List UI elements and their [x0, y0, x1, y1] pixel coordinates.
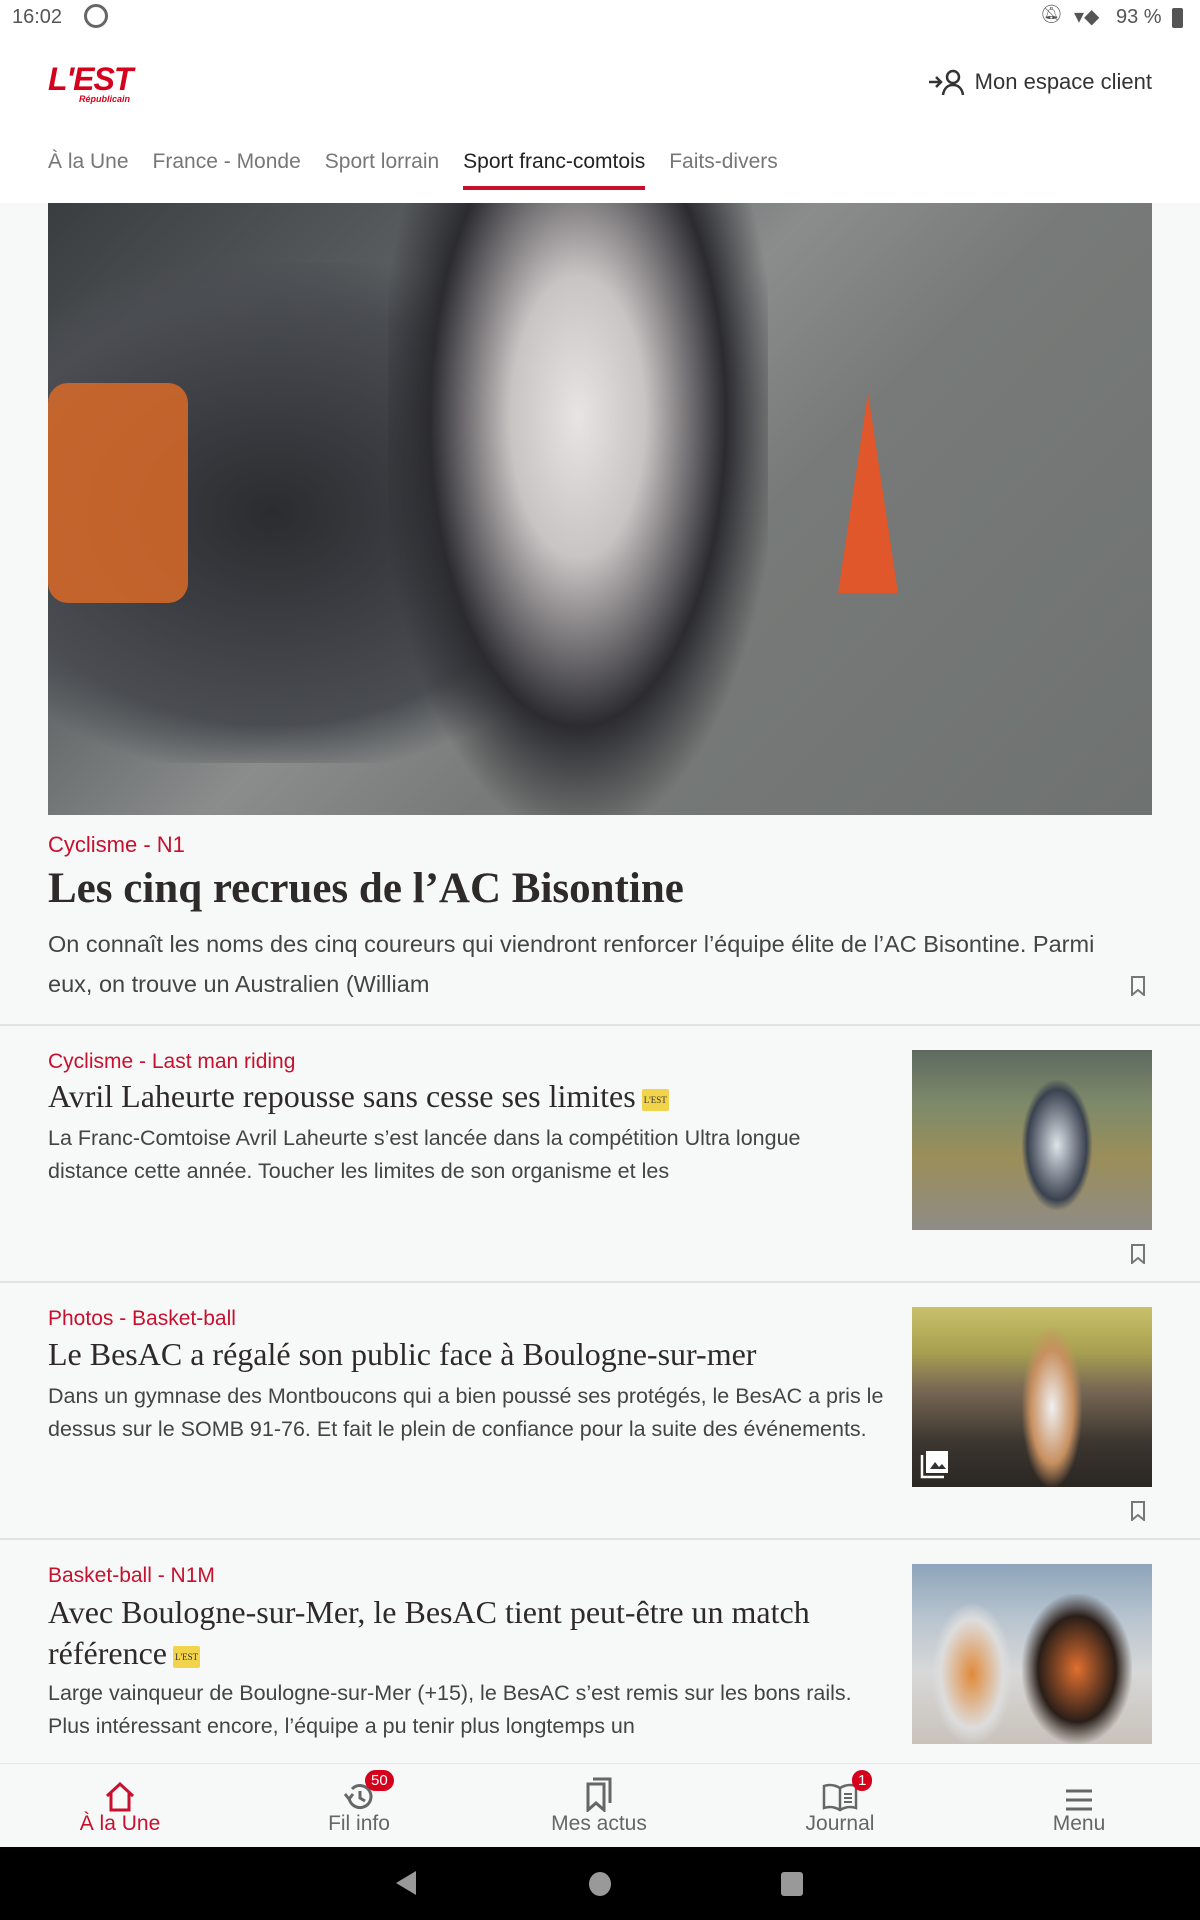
wifi-icon: ▾◆ — [1074, 6, 1100, 28]
article-title[interactable]: Avec Boulogne-sur-Mer, le BesAC tient pe… — [48, 1592, 888, 1674]
back-icon[interactable] — [396, 1871, 416, 1895]
status-bar: 16:02 🔕︎ ▾◆ 93 % — [0, 0, 1200, 50]
section-tabs: À la Une France - Monde Sport lorrain Sp… — [48, 150, 778, 190]
sync-icon — [84, 4, 108, 28]
battery-icon — [1172, 8, 1183, 28]
divider — [0, 1024, 1200, 1026]
menu-icon — [1066, 1789, 1092, 1811]
battery-level: 93 % — [1116, 6, 1162, 28]
nav-label: Fil info — [328, 1812, 390, 1835]
article-thumbnail[interactable] — [912, 1307, 1152, 1487]
article-summary: La Franc-Comtoise Avril Laheurte s’est l… — [48, 1126, 801, 1183]
article-thumbnail[interactable] — [912, 1050, 1152, 1230]
tab-sport-lorrain[interactable]: Sport lorrain — [325, 150, 439, 188]
newspaper-icon — [822, 1783, 858, 1812]
hero-image[interactable] — [48, 203, 1152, 815]
article-title-text: Avril Laheurte repousse sans cesse ses l… — [48, 1078, 636, 1114]
home-circle-icon[interactable] — [589, 1872, 611, 1896]
nav-journal[interactable]: Journal 1 — [760, 1764, 920, 1848]
status-time: 16:02 — [12, 6, 63, 28]
nav-fil-info[interactable]: Fil info 50 — [279, 1764, 439, 1848]
nav-mes-actus[interactable]: Mes actus — [519, 1764, 679, 1848]
tab-a-la-une[interactable]: À la Une — [48, 150, 129, 188]
article-thumbnail[interactable] — [912, 1564, 1152, 1744]
system-navigation-bar — [0, 1847, 1200, 1920]
article-title-text: Avec Boulogne-sur-Mer, le BesAC tient pe… — [48, 1594, 810, 1671]
home-icon — [105, 1782, 135, 1812]
article-category[interactable]: Photos - Basket-ball — [48, 1307, 236, 1331]
tab-sport-franc-comtois[interactable]: Sport franc-comtois — [463, 150, 646, 190]
hero-title[interactable]: Les cinq recrues de l’AC Bisontine — [48, 864, 684, 913]
logo[interactable]: L'EST Républicain — [48, 63, 133, 104]
photo-gallery-icon — [920, 1451, 948, 1479]
nav-a-la-une[interactable]: À la Une — [40, 1764, 200, 1848]
article-category[interactable]: Cyclisme - Last man riding — [48, 1050, 295, 1074]
bookmark-icon[interactable] — [1130, 1244, 1146, 1264]
mute-icon: 🔕︎ — [1040, 4, 1063, 24]
tab-faits-divers[interactable]: Faits-divers — [669, 150, 778, 188]
premium-badge: L'EST — [172, 1645, 201, 1668]
divider — [0, 1281, 1200, 1283]
nav-label: Journal — [805, 1812, 875, 1835]
bookmark-icon[interactable] — [1130, 1501, 1146, 1521]
article-title[interactable]: Avril Laheurte repousse sans cesse ses l… — [48, 1078, 669, 1115]
account-button[interactable]: Mon espace client — [927, 68, 1152, 96]
premium-badge: L'EST — [641, 1088, 669, 1111]
divider — [0, 1538, 1200, 1540]
nav-label: À la Une — [79, 1812, 161, 1835]
nav-menu[interactable]: Menu — [999, 1764, 1159, 1848]
notification-badge: 1 — [852, 1770, 873, 1791]
bookmark-icon[interactable] — [1130, 976, 1146, 996]
hero-summary: On connaît les noms des cinq coureurs qu… — [48, 931, 1095, 997]
bottom-navigation: À la Une Fil info 50 Mes actus Journal 1… — [0, 1763, 1200, 1847]
article-title[interactable]: Le BesAC a régalé son public face à Boul… — [48, 1336, 756, 1373]
nav-label: Mes actus — [551, 1812, 647, 1835]
article-summary: Large vainqueur de Boulogne-sur-Mer (+15… — [48, 1681, 852, 1738]
article-summary: Dans un gymnase des Montboucons qui a bi… — [48, 1384, 884, 1441]
notification-badge: 50 — [365, 1770, 394, 1791]
login-user-icon — [928, 69, 964, 96]
bookmarks-icon — [586, 1777, 612, 1812]
account-label: Mon espace client — [974, 69, 1152, 94]
hero-category[interactable]: Cyclisme - N1 — [48, 832, 185, 858]
tab-france-monde[interactable]: France - Monde — [153, 150, 301, 188]
article-category[interactable]: Basket-ball - N1M — [48, 1564, 215, 1588]
nav-label: Menu — [1052, 1812, 1106, 1835]
recents-icon[interactable] — [781, 1872, 803, 1896]
